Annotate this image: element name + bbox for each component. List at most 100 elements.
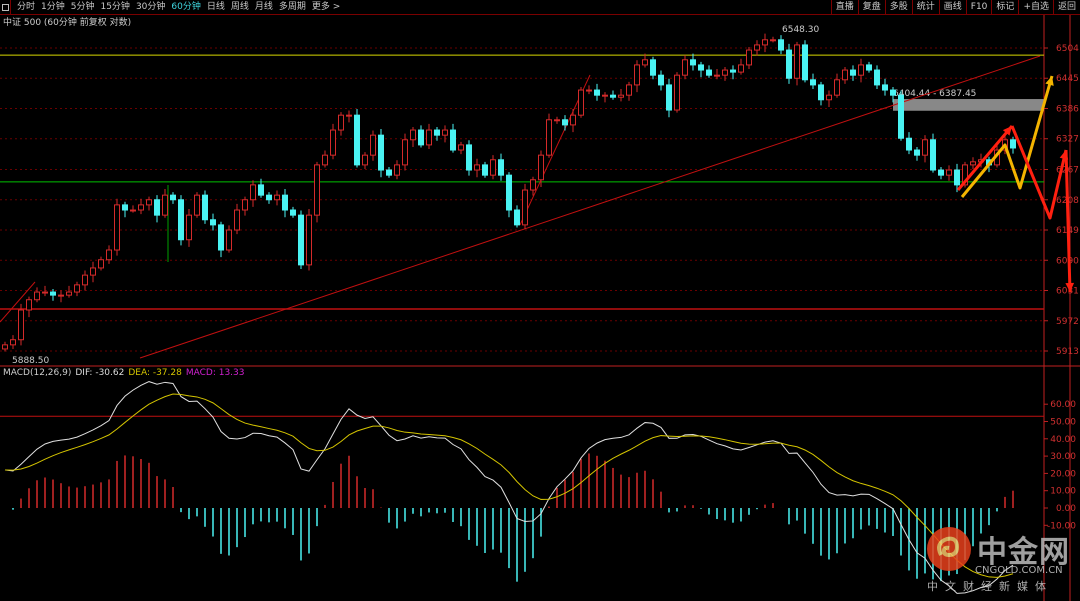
candle xyxy=(90,261,96,283)
candle-body xyxy=(106,249,112,261)
candle-body xyxy=(250,184,256,201)
candle xyxy=(274,190,280,206)
candle xyxy=(170,192,176,204)
candle xyxy=(690,53,696,71)
candle xyxy=(970,157,976,169)
candle xyxy=(122,201,128,218)
candle-body xyxy=(786,49,792,79)
candle xyxy=(650,56,656,80)
candle-body xyxy=(482,164,488,176)
candle xyxy=(242,196,248,216)
candle xyxy=(282,188,288,218)
candle-body xyxy=(842,69,848,81)
candle-body xyxy=(298,214,304,266)
candle-body xyxy=(178,199,184,241)
candle-body xyxy=(202,194,208,221)
candle-body xyxy=(306,214,312,266)
candle-body xyxy=(506,174,512,211)
candle-body xyxy=(330,129,336,156)
candle-body xyxy=(610,94,616,98)
candle xyxy=(194,192,200,218)
price-tick-label: 6327 xyxy=(1056,135,1079,145)
candle-body xyxy=(674,74,680,111)
candle xyxy=(114,198,120,256)
candle-body xyxy=(186,214,192,241)
watermark-tagline: 中文财经新媒体 xyxy=(927,580,1053,593)
candle xyxy=(314,161,320,223)
candle xyxy=(842,66,848,84)
candlestick-chart[interactable]: 6504644563866327626762086149609060315972… xyxy=(0,0,1080,601)
candle-body xyxy=(666,84,672,111)
candle-body xyxy=(10,339,16,346)
price-tick-label: 6445 xyxy=(1056,74,1079,84)
candle-body xyxy=(26,299,32,311)
candle-body xyxy=(586,89,592,92)
candle xyxy=(562,115,568,131)
candle xyxy=(682,55,688,80)
candle xyxy=(378,129,384,178)
candle-body xyxy=(354,114,360,166)
candle-body xyxy=(658,74,664,86)
candle xyxy=(626,81,632,101)
candle xyxy=(34,287,40,303)
candle xyxy=(234,203,240,235)
candle-body xyxy=(722,69,728,76)
macd-tick-label: 10.00 xyxy=(1050,487,1076,497)
candle-body xyxy=(98,259,104,269)
candle-body xyxy=(474,164,480,171)
candle xyxy=(930,133,936,173)
candle-body xyxy=(34,291,40,301)
candle-body xyxy=(922,139,928,156)
candle xyxy=(818,81,824,106)
candle-body xyxy=(194,194,200,216)
macd-legend: MACD(12,26,9) DIF: -30.62 DEA: -37.28 MA… xyxy=(3,368,245,378)
candle xyxy=(858,58,864,83)
candle-body xyxy=(410,129,416,141)
candle-body xyxy=(682,59,688,76)
candle-body xyxy=(370,134,376,156)
candle xyxy=(882,78,888,96)
candle-body xyxy=(746,49,752,66)
candle-body xyxy=(498,159,504,176)
candle-body xyxy=(418,129,424,146)
candle-body xyxy=(866,64,872,71)
candle-body xyxy=(450,129,456,151)
candle xyxy=(306,208,312,271)
macd-tick-label: 60.00 xyxy=(1050,400,1076,410)
candle-body xyxy=(138,204,144,211)
candle-body xyxy=(754,44,760,51)
gap-band-label: 6404.44 - 6387.45 xyxy=(893,89,976,99)
candle-body xyxy=(810,79,816,86)
candle-body xyxy=(274,194,280,201)
price-tick-label: 5972 xyxy=(1056,317,1079,327)
candle-body xyxy=(226,229,232,251)
candle xyxy=(642,53,648,68)
candle-body xyxy=(442,129,448,136)
low-price-label: 5888.50 xyxy=(12,356,49,366)
candle xyxy=(578,86,584,118)
candle-body xyxy=(834,79,840,96)
candle xyxy=(450,123,456,153)
candle xyxy=(586,85,592,95)
candle xyxy=(546,113,552,158)
candle xyxy=(874,65,880,90)
candle xyxy=(938,166,944,180)
candle-body xyxy=(282,194,288,211)
high-price-label: 6548.30 xyxy=(782,25,819,35)
candle-body xyxy=(58,294,64,297)
price-tick-label: 5913 xyxy=(1056,347,1079,357)
candle-body xyxy=(714,74,720,77)
candle xyxy=(706,65,712,78)
candle-body xyxy=(114,204,120,251)
forecast-arrow-red-up xyxy=(956,125,1014,191)
candle xyxy=(338,112,344,136)
price-tick-label: 6504 xyxy=(1056,44,1079,54)
candle xyxy=(506,172,512,218)
candle-body xyxy=(882,84,888,91)
candle xyxy=(442,125,448,143)
candle xyxy=(794,41,800,86)
candle xyxy=(66,285,72,298)
cngold-logo-icon xyxy=(927,527,971,571)
candle xyxy=(42,285,48,297)
candle-body xyxy=(938,169,944,176)
